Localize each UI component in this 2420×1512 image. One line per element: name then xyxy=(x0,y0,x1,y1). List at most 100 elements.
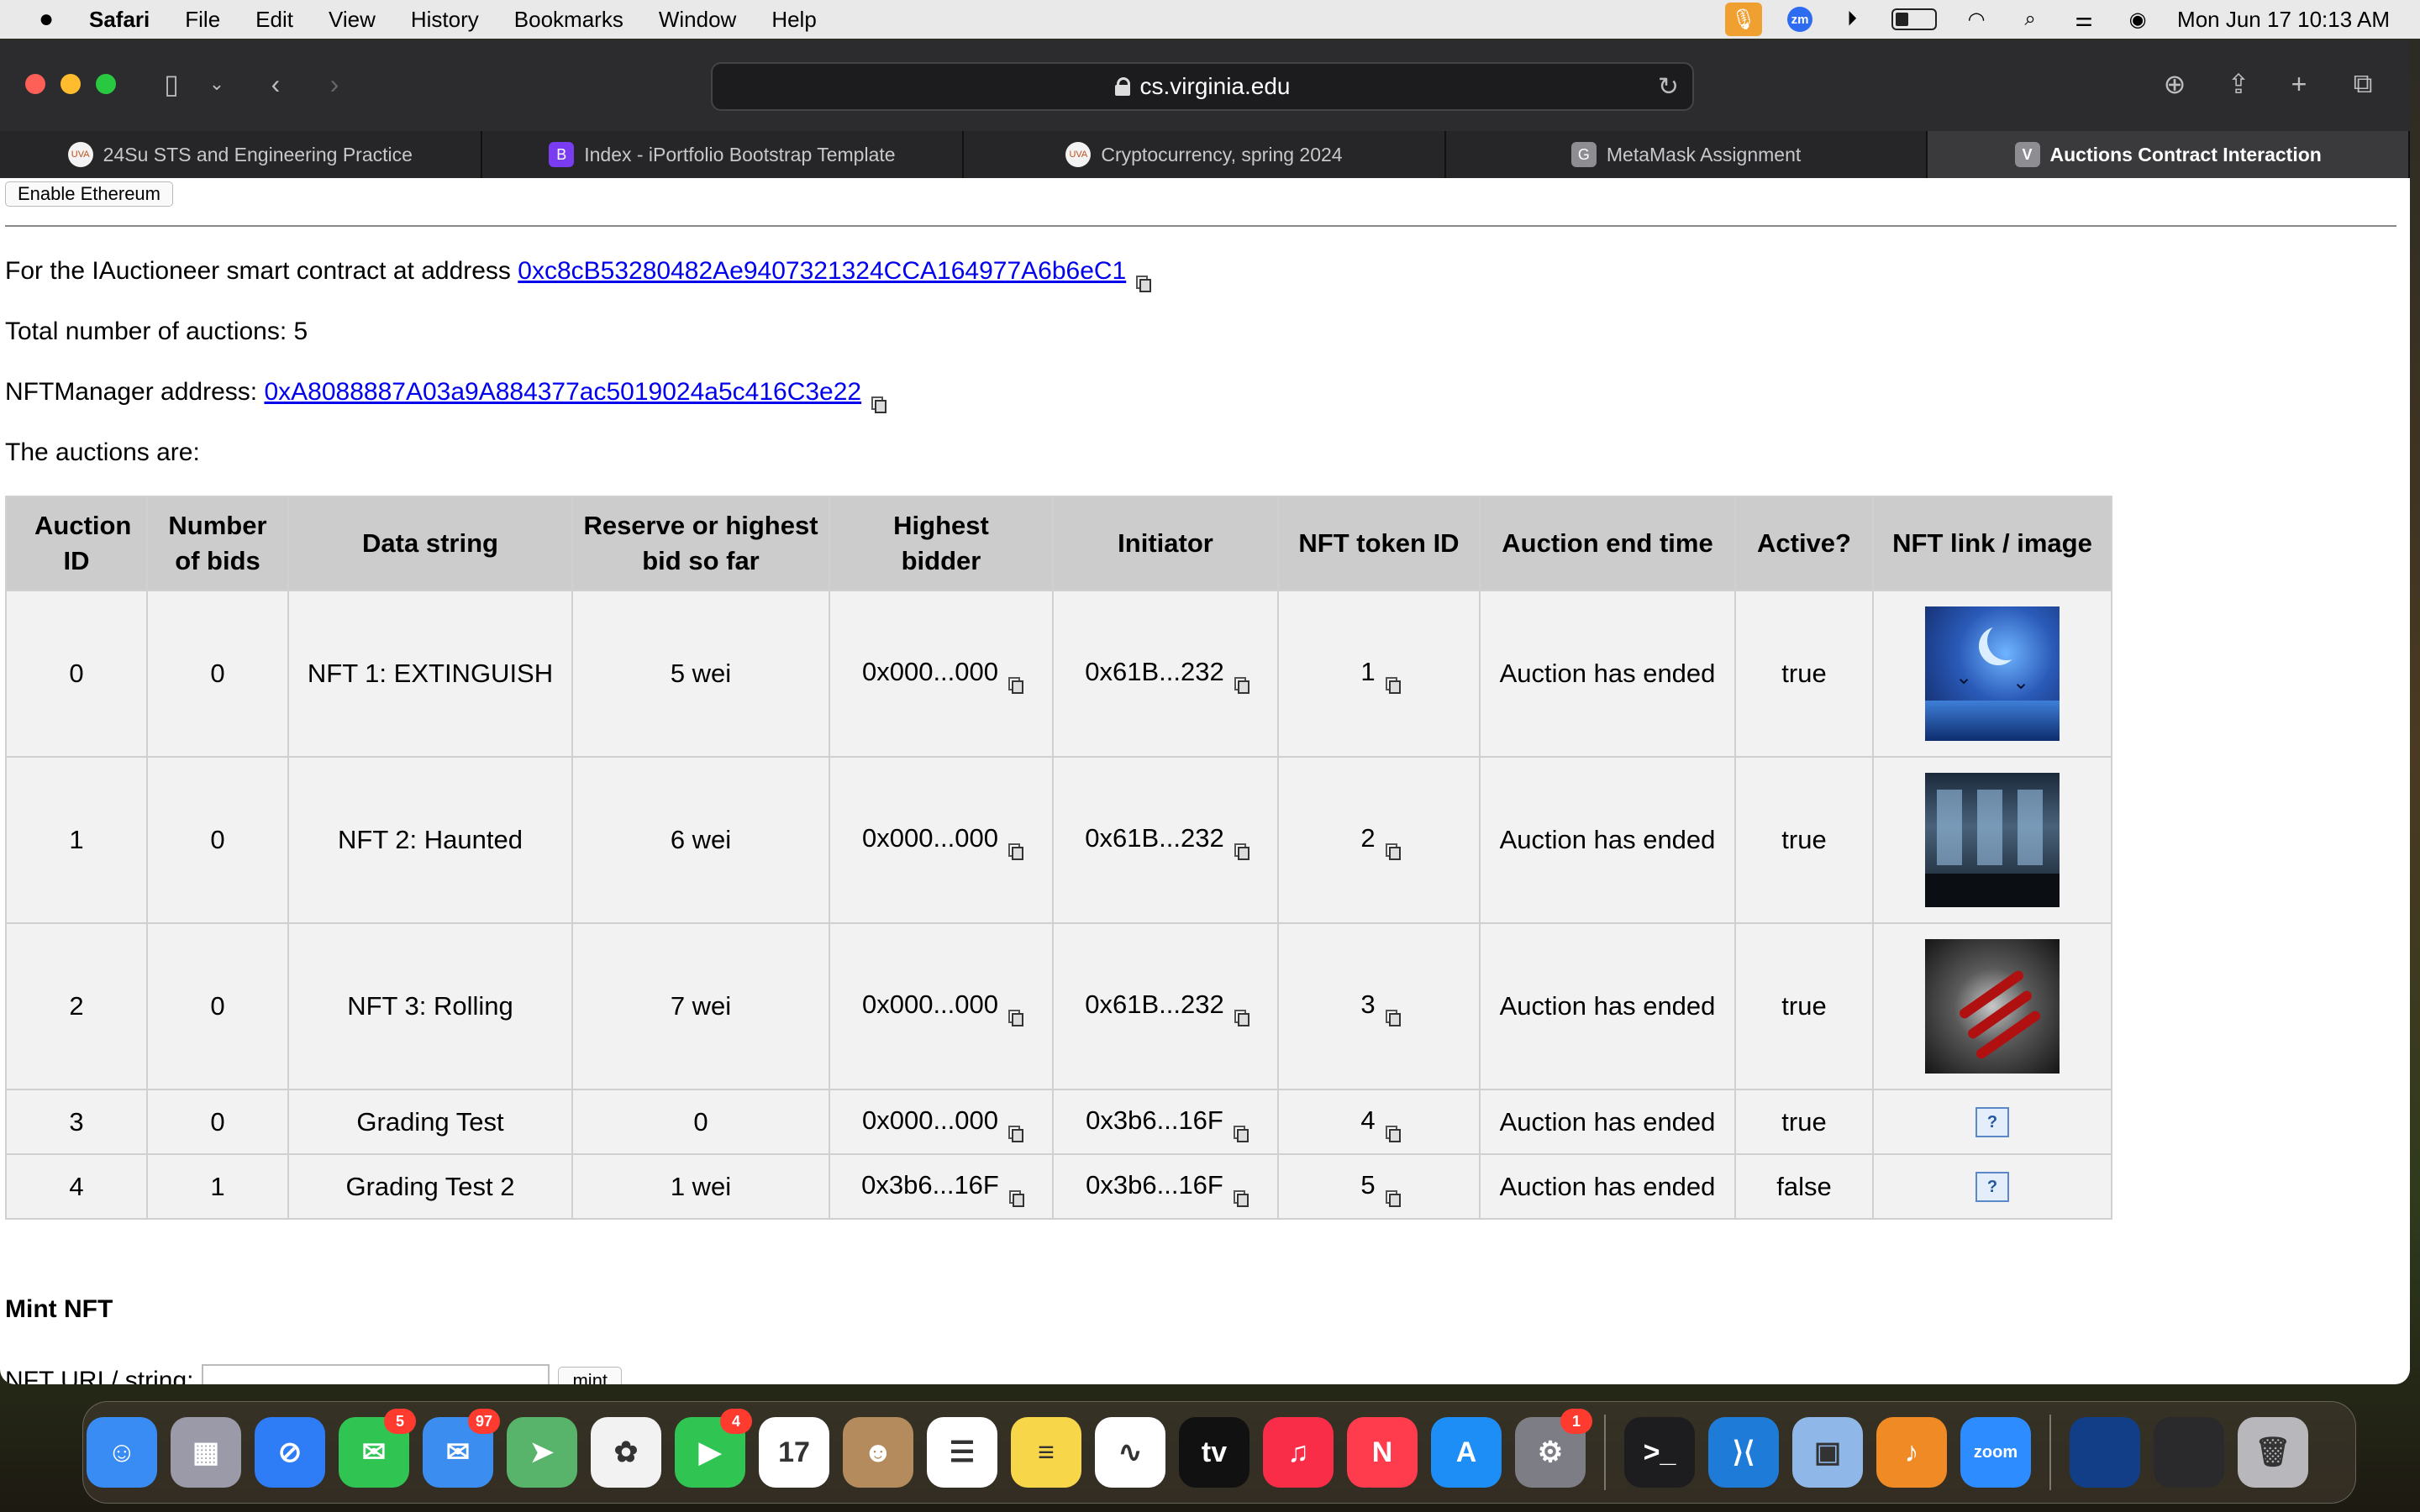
menu-view[interactable]: View xyxy=(329,7,376,33)
cell-auction-id: 0 xyxy=(5,590,148,758)
zoom-status-icon[interactable]: zm xyxy=(1787,7,1813,32)
apple-menu-icon[interactable]: ● xyxy=(34,5,59,33)
share-icon[interactable]: ⇪ xyxy=(2217,64,2260,104)
copy-icon[interactable] xyxy=(1234,843,1249,860)
downloads-icon[interactable]: ⊕ xyxy=(2153,64,2196,104)
chevron-down-icon[interactable]: ⌄ xyxy=(195,64,239,104)
enable-ethereum-button[interactable]: Enable Ethereum xyxy=(5,181,173,207)
tab-bar: UVA 24Su STS and Engineering Practice B … xyxy=(0,131,2410,178)
dark-building-interior-image[interactable] xyxy=(1925,773,2060,907)
menu-file[interactable]: File xyxy=(185,7,220,33)
missing-image-icon[interactable]: ? xyxy=(1975,1107,2009,1138)
contacts-icon[interactable]: ☻ xyxy=(843,1417,913,1488)
header-data-string: Data string xyxy=(287,496,573,591)
copy-icon[interactable] xyxy=(1385,1189,1401,1207)
copy-icon[interactable] xyxy=(1008,1189,1024,1207)
menu-bookmarks[interactable]: Bookmarks xyxy=(514,7,623,33)
tab-auctions[interactable]: V Auctions Contract Interaction xyxy=(1928,131,2410,178)
messages-icon[interactable]: ✉ 5 xyxy=(339,1409,416,1488)
tab-metamask[interactable]: G MetaMask Assignment xyxy=(1445,131,1928,178)
copy-icon[interactable] xyxy=(1008,1010,1024,1026)
cell-nft-image: ? xyxy=(1872,1153,2112,1220)
wifi-icon[interactable]: ◠ xyxy=(1962,8,1991,31)
photos-icon[interactable]: ✿ xyxy=(591,1417,661,1488)
contract-address-link[interactable]: 0xc8cB53280482Ae9407321324CCA164977A6b6e… xyxy=(518,257,1126,285)
address-bar[interactable]: cs.virginia.edu ↻ xyxy=(711,62,1694,111)
cell-active: true xyxy=(1734,1089,1874,1155)
safari-icon[interactable]: ⊘ xyxy=(255,1417,325,1488)
reload-icon[interactable]: ↻ xyxy=(1658,72,1679,102)
reminders-icon[interactable]: ☰ xyxy=(927,1417,997,1488)
copy-icon[interactable] xyxy=(1233,1189,1249,1207)
menu-app-name[interactable]: Safari xyxy=(89,7,150,33)
uva-icon: UVA xyxy=(1065,142,1092,167)
mail-icon[interactable]: ✉ 97 xyxy=(423,1409,500,1488)
cell-initiator: 0x3b6...16F xyxy=(1052,1153,1279,1220)
cell-reserve: 7 wei xyxy=(571,922,830,1090)
sidebar-toggle-icon[interactable]: ▯ xyxy=(150,64,193,104)
zoom-window-button[interactable] xyxy=(96,74,116,94)
vscode-icon[interactable]: ⟩⟨ xyxy=(1708,1417,1779,1488)
microphone-icon[interactable]: 🎙 xyxy=(1725,3,1763,36)
tab-sts[interactable]: UVA 24Su STS and Engineering Practice xyxy=(0,131,482,178)
launchpad-icon[interactable]: ▦ xyxy=(171,1417,241,1488)
missing-image-icon[interactable]: ? xyxy=(1975,1172,2009,1203)
play-icon[interactable]: ⏵ xyxy=(1838,8,1866,31)
battery-icon[interactable] xyxy=(1891,8,1938,30)
close-window-button[interactable] xyxy=(25,74,45,94)
finder-icon[interactable]: ☺ xyxy=(87,1417,157,1488)
zoom-icon[interactable]: zoom xyxy=(1960,1417,2031,1488)
table-row: 4 1 Grading Test 2 1 wei 0x3b6...16F 0x3… xyxy=(5,1153,2112,1220)
tab-cryptocurrency[interactable]: UVA Cryptocurrency, spring 2024 xyxy=(964,131,1446,178)
search-icon[interactable]: ⌕ xyxy=(2016,8,2044,31)
copy-icon[interactable] xyxy=(1136,276,1152,292)
nft-uri-input[interactable] xyxy=(202,1364,550,1384)
cell-active: true xyxy=(1734,922,1874,1090)
news-icon[interactable]: N xyxy=(1347,1417,1418,1488)
terminal-icon[interactable]: >_ xyxy=(1624,1417,1695,1488)
back-icon[interactable]: ‹ xyxy=(254,64,297,104)
maps-icon[interactable]: ➤ xyxy=(507,1417,577,1488)
copy-icon[interactable] xyxy=(1008,1125,1024,1142)
menu-edit[interactable]: Edit xyxy=(255,7,293,33)
notes-icon[interactable]: ≡ xyxy=(1011,1417,1081,1488)
red-claw-hand-image[interactable] xyxy=(1925,939,2060,1074)
menu-history[interactable]: History xyxy=(411,7,479,33)
recent-window-icon[interactable] xyxy=(2154,1417,2224,1488)
copy-icon[interactable] xyxy=(1385,1125,1401,1142)
copy-icon[interactable] xyxy=(1008,843,1024,860)
cell-active: true xyxy=(1734,590,1874,758)
music-icon[interactable]: ♫ xyxy=(1263,1417,1334,1488)
siri-icon[interactable]: ◉ xyxy=(2123,8,2152,31)
mint-button[interactable]: mint xyxy=(558,1367,623,1384)
copy-icon[interactable] xyxy=(871,396,887,413)
preview-icon[interactable]: ▣ xyxy=(1792,1417,1863,1488)
night-moon-birds-image[interactable]: ⌄ ⌄ xyxy=(1925,606,2060,741)
copy-icon[interactable] xyxy=(1385,677,1401,694)
tv-icon[interactable]: tv xyxy=(1179,1417,1249,1488)
forward-icon[interactable]: › xyxy=(313,64,356,104)
calendar-icon[interactable]: 17 xyxy=(759,1417,829,1488)
copy-icon[interactable] xyxy=(1233,1125,1249,1142)
copy-icon[interactable] xyxy=(1234,677,1249,694)
recent-image-icon[interactable] xyxy=(2070,1417,2140,1488)
menu-help[interactable]: Help xyxy=(771,7,816,33)
system-settings-icon[interactable]: ⚙ 1 xyxy=(1515,1409,1592,1488)
copy-icon[interactable] xyxy=(1234,1010,1249,1026)
menu-window[interactable]: Window xyxy=(659,7,736,33)
tab-overview-icon[interactable]: ⧉ xyxy=(2341,64,2385,104)
app-store-icon[interactable]: A xyxy=(1431,1417,1502,1488)
freeform-icon[interactable]: ∿ xyxy=(1095,1417,1165,1488)
copy-icon[interactable] xyxy=(1385,1010,1401,1026)
nftmanager-address-link[interactable]: 0xA8088887A03a9A884377ac5019024a5c416C3e… xyxy=(264,378,861,406)
copy-icon[interactable] xyxy=(1385,843,1401,860)
tab-iportfolio[interactable]: B Index - iPortfolio Bootstrap Template xyxy=(481,131,965,178)
menu-clock[interactable]: Mon Jun 17 10:13 AM xyxy=(2177,7,2390,33)
copy-icon[interactable] xyxy=(1008,677,1024,694)
facetime-icon[interactable]: ▶ 4 xyxy=(675,1409,752,1488)
new-tab-icon[interactable]: + xyxy=(2277,64,2321,104)
minimize-window-button[interactable] xyxy=(60,74,81,94)
control-center-icon[interactable]: ⚌ xyxy=(2070,8,2098,31)
garageband-icon[interactable]: ♪ xyxy=(1876,1417,1947,1488)
trash-icon[interactable]: 🗑 xyxy=(2238,1417,2308,1488)
